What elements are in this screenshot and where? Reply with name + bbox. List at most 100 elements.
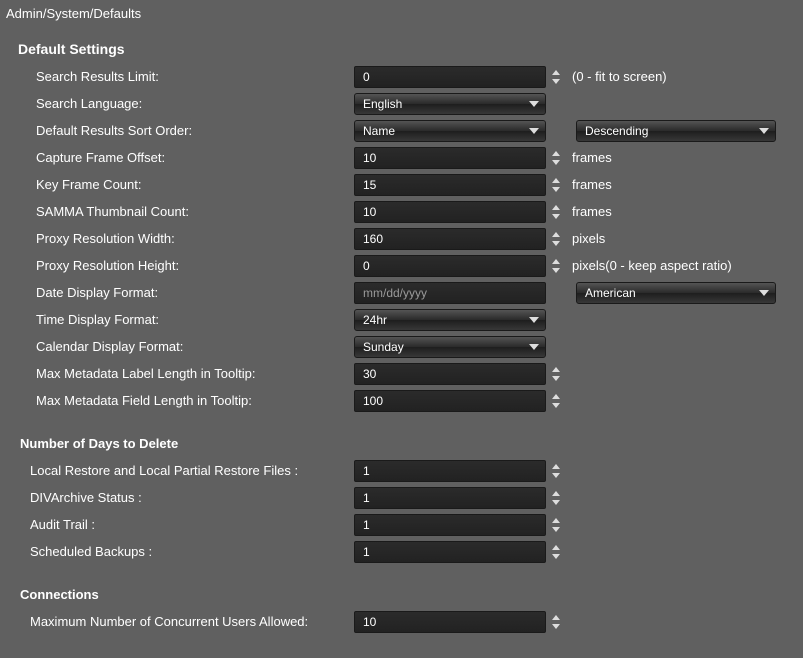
input-max-meta-field[interactable] xyxy=(354,390,546,412)
label-proxy-res-width: Proxy Resolution Width: xyxy=(24,231,354,246)
stepper-down-icon[interactable] xyxy=(550,622,562,631)
suffix-frames: frames xyxy=(572,150,612,165)
label-scheduled-backups: Scheduled Backups : xyxy=(24,544,354,559)
select-value-calendar-display-format: Sunday xyxy=(363,340,404,354)
input-audit-trail[interactable] xyxy=(354,514,546,536)
stepper-up-icon[interactable] xyxy=(550,516,562,525)
label-max-meta-label: Max Metadata Label Length in Tooltip: xyxy=(24,366,354,381)
stepper-up-icon[interactable] xyxy=(550,176,562,185)
select-sort-direction[interactable]: Descending xyxy=(576,120,776,142)
row-divarchive-status: DIVArchive Status : xyxy=(24,484,789,511)
label-local-restore: Local Restore and Local Partial Restore … xyxy=(24,463,354,478)
select-value-date-region: American xyxy=(585,286,636,300)
stepper-up-icon[interactable] xyxy=(550,365,562,374)
row-default-sort-order: Default Results Sort Order: Name Descend… xyxy=(24,117,789,144)
chevron-down-icon xyxy=(529,128,539,134)
select-value-sort-field: Name xyxy=(363,124,395,138)
chevron-down-icon xyxy=(529,101,539,107)
stepper-down-icon[interactable] xyxy=(550,498,562,507)
input-capture-frame-offset[interactable] xyxy=(354,147,546,169)
stepper-up-icon[interactable] xyxy=(550,613,562,622)
stepper-down-icon[interactable] xyxy=(550,374,562,383)
stepper-up-icon[interactable] xyxy=(550,257,562,266)
row-capture-frame-offset: Capture Frame Offset: frames xyxy=(24,144,789,171)
suffix-fit-to-screen: (0 - fit to screen) xyxy=(572,69,667,84)
stepper-up-icon[interactable] xyxy=(550,203,562,212)
spinner-search-results-limit xyxy=(550,68,564,86)
row-proxy-res-height: Proxy Resolution Height: pixels(0 - keep… xyxy=(24,252,789,279)
spinner-proxy-res-height xyxy=(550,257,564,275)
stepper-up-icon[interactable] xyxy=(550,392,562,401)
select-value-search-language: English xyxy=(363,97,402,111)
select-time-display-format[interactable]: 24hr xyxy=(354,309,546,331)
stepper-down-icon[interactable] xyxy=(550,266,562,275)
spinner-max-meta-label xyxy=(550,365,564,383)
input-local-restore[interactable] xyxy=(354,460,546,482)
stepper-down-icon[interactable] xyxy=(550,158,562,167)
row-max-meta-label: Max Metadata Label Length in Tooltip: xyxy=(24,360,789,387)
suffix-frames: frames xyxy=(572,177,612,192)
stepper-down-icon[interactable] xyxy=(550,525,562,534)
input-max-concurrent-users[interactable] xyxy=(354,611,546,633)
spinner-max-meta-field xyxy=(550,392,564,410)
spinner-max-concurrent-users xyxy=(550,613,564,631)
input-proxy-res-width[interactable] xyxy=(354,228,546,250)
section-title-default-settings: Default Settings xyxy=(18,41,789,57)
select-date-region[interactable]: American xyxy=(576,282,776,304)
label-date-display-format: Date Display Format: xyxy=(24,285,354,300)
label-capture-frame-offset: Capture Frame Offset: xyxy=(24,150,354,165)
input-samma-thumb-count[interactable] xyxy=(354,201,546,223)
row-samma-thumb-count: SAMMA Thumbnail Count: frames xyxy=(24,198,789,225)
stepper-down-icon[interactable] xyxy=(550,77,562,86)
input-proxy-res-height[interactable] xyxy=(354,255,546,277)
input-scheduled-backups[interactable] xyxy=(354,541,546,563)
input-max-meta-label[interactable] xyxy=(354,363,546,385)
default-settings-panel: Default Settings Search Results Limit: (… xyxy=(0,21,803,647)
stepper-up-icon[interactable] xyxy=(550,462,562,471)
input-search-results-limit[interactable] xyxy=(354,66,546,88)
suffix-pixels-keep-ratio: pixels(0 - keep aspect ratio) xyxy=(572,258,732,273)
label-divarchive-status: DIVArchive Status : xyxy=(24,490,354,505)
stepper-up-icon[interactable] xyxy=(550,489,562,498)
label-key-frame-count: Key Frame Count: xyxy=(24,177,354,192)
select-search-language[interactable]: English xyxy=(354,93,546,115)
stepper-down-icon[interactable] xyxy=(550,185,562,194)
stepper-up-icon[interactable] xyxy=(550,149,562,158)
spinner-capture-frame-offset xyxy=(550,149,564,167)
spinner-key-frame-count xyxy=(550,176,564,194)
label-default-sort-order: Default Results Sort Order: xyxy=(24,123,354,138)
stepper-up-icon[interactable] xyxy=(550,230,562,239)
stepper-down-icon[interactable] xyxy=(550,212,562,221)
stepper-down-icon[interactable] xyxy=(550,239,562,248)
spinner-audit-trail xyxy=(550,516,564,534)
row-max-concurrent-users: Maximum Number of Concurrent Users Allow… xyxy=(24,608,789,635)
label-search-results-limit: Search Results Limit: xyxy=(24,69,354,84)
row-key-frame-count: Key Frame Count: frames xyxy=(24,171,789,198)
label-calendar-display-format: Calendar Display Format: xyxy=(24,339,354,354)
input-divarchive-status[interactable] xyxy=(354,487,546,509)
spinner-scheduled-backups xyxy=(550,543,564,561)
stepper-up-icon[interactable] xyxy=(550,543,562,552)
chevron-down-icon xyxy=(529,344,539,350)
row-time-display-format: Time Display Format: 24hr xyxy=(24,306,789,333)
spinner-samma-thumb-count xyxy=(550,203,564,221)
row-search-results-limit: Search Results Limit: (0 - fit to screen… xyxy=(24,63,789,90)
section-title-days-delete: Number of Days to Delete xyxy=(20,436,789,451)
select-sort-field[interactable]: Name xyxy=(354,120,546,142)
section-title-connections: Connections xyxy=(20,587,789,602)
stepper-up-icon[interactable] xyxy=(550,68,562,77)
stepper-down-icon[interactable] xyxy=(550,552,562,561)
row-proxy-res-width: Proxy Resolution Width: pixels xyxy=(24,225,789,252)
stepper-down-icon[interactable] xyxy=(550,471,562,480)
select-value-time-display-format: 24hr xyxy=(363,313,387,327)
label-time-display-format: Time Display Format: xyxy=(24,312,354,327)
stepper-down-icon[interactable] xyxy=(550,401,562,410)
select-calendar-display-format[interactable]: Sunday xyxy=(354,336,546,358)
label-proxy-res-height: Proxy Resolution Height: xyxy=(24,258,354,273)
row-search-language: Search Language: English xyxy=(24,90,789,117)
input-key-frame-count[interactable] xyxy=(354,174,546,196)
chevron-down-icon xyxy=(759,290,769,296)
input-date-display-format[interactable] xyxy=(354,282,546,304)
breadcrumb: Admin/System/Defaults xyxy=(0,0,803,21)
spinner-proxy-res-width xyxy=(550,230,564,248)
